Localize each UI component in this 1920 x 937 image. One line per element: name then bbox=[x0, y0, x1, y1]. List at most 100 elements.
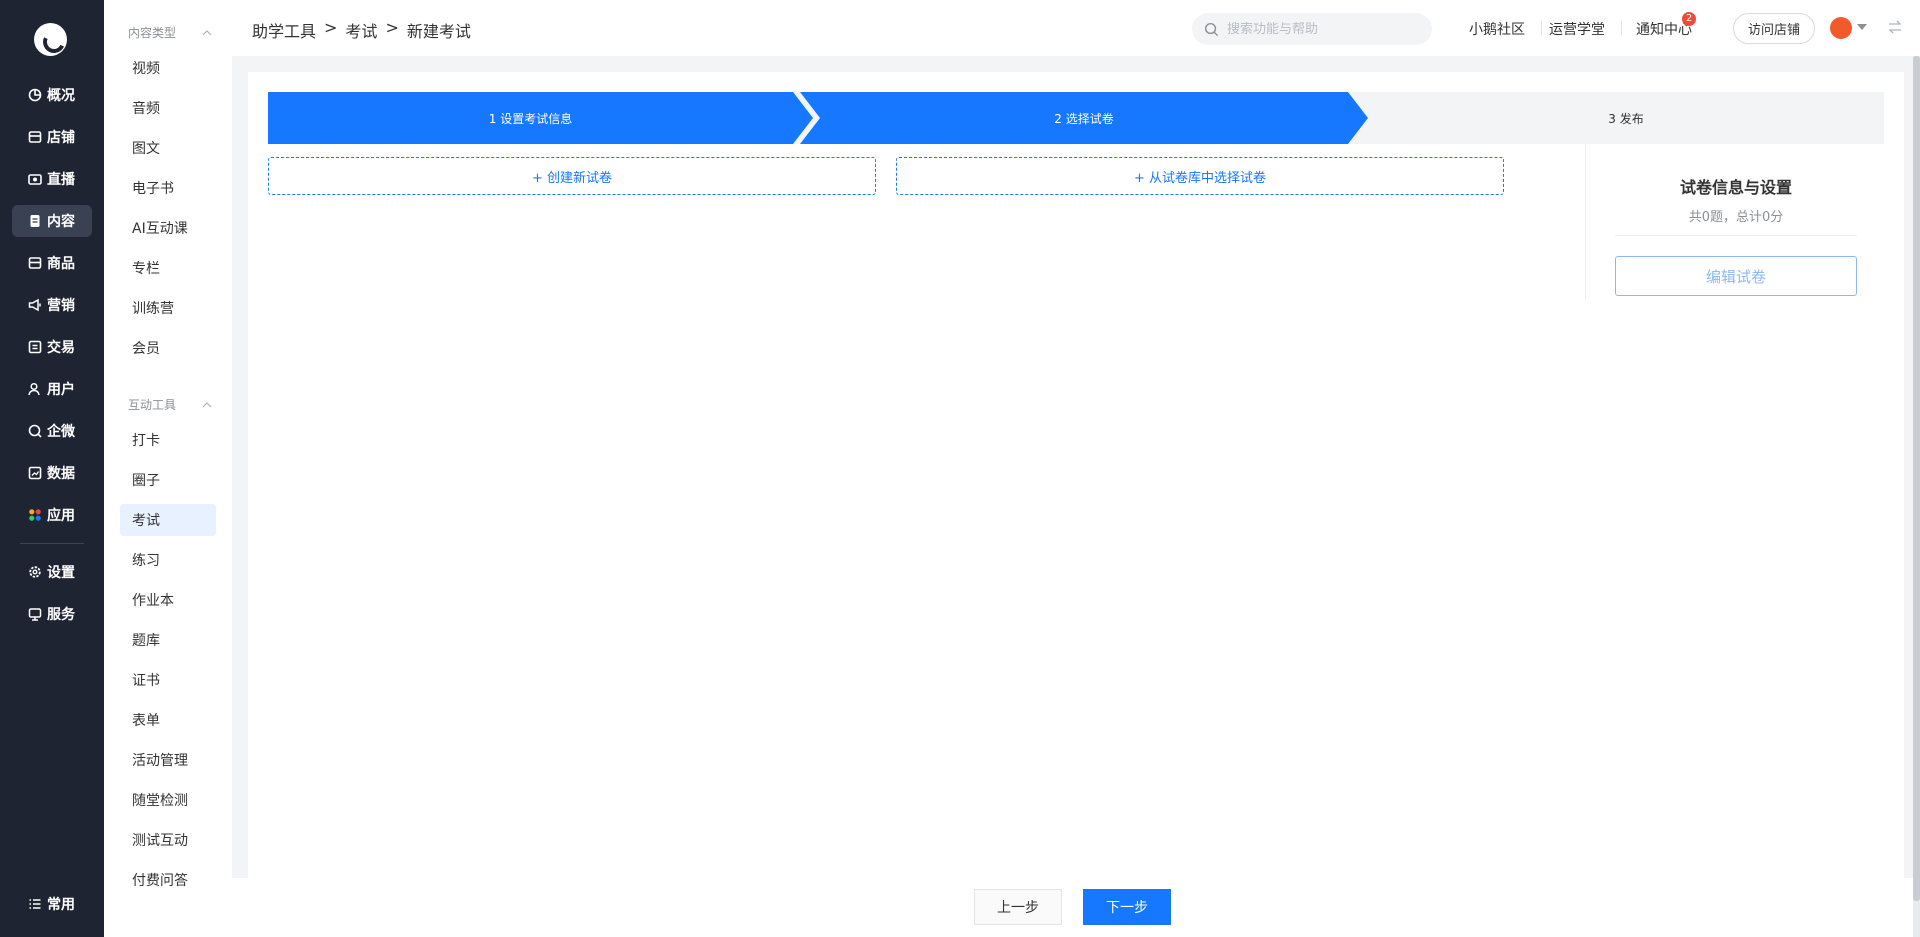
subnav-item-activity[interactable]: 活动管理 bbox=[120, 744, 216, 776]
apps-icon bbox=[28, 508, 42, 522]
subnav-item-camp[interactable]: 训练营 bbox=[120, 292, 216, 324]
nav-label: 企微 bbox=[47, 424, 75, 440]
nav-item-service[interactable]: 服务 bbox=[12, 598, 92, 630]
subnav-item-label: 专栏 bbox=[132, 261, 160, 277]
nav-label: 数据 bbox=[47, 466, 75, 482]
document-icon bbox=[28, 214, 42, 228]
breadcrumb-separator: > bbox=[324, 18, 338, 37]
nav-item-trade[interactable]: 交易 bbox=[12, 331, 92, 363]
subnav-item-quiz[interactable]: 随堂检测 bbox=[120, 784, 216, 816]
subnav-item-circle[interactable]: 圈子 bbox=[120, 464, 216, 496]
breadcrumb-current: 新建考试 bbox=[406, 22, 471, 41]
nav-label: 营销 bbox=[47, 298, 75, 314]
next-step-button[interactable]: 下一步 bbox=[1083, 889, 1171, 925]
service-icon bbox=[28, 607, 42, 621]
transaction-icon bbox=[28, 340, 42, 354]
search-icon bbox=[1204, 22, 1219, 36]
caret-down-icon[interactable] bbox=[1857, 24, 1867, 30]
subnav-item-ai-course[interactable]: AI互动课 bbox=[120, 212, 216, 244]
nav-item-marketing[interactable]: 营销 bbox=[12, 289, 92, 321]
nav-item-overview[interactable]: 概况 bbox=[12, 79, 92, 111]
paper-info-card: 试卷信息与设置 共0题，总计0分 编辑试卷 bbox=[1585, 144, 1885, 299]
prev-step-button[interactable]: 上一步 bbox=[974, 889, 1062, 925]
nav-item-wecom[interactable]: 企微 bbox=[12, 415, 92, 447]
gear-icon bbox=[28, 565, 42, 579]
breadcrumb-item[interactable]: 助学工具 bbox=[252, 18, 316, 42]
header-divider bbox=[1621, 21, 1622, 35]
subnav-item-homework[interactable]: 作业本 bbox=[120, 584, 216, 616]
academy-link[interactable]: 运营学堂 bbox=[1549, 19, 1605, 39]
notification-badge: 2 bbox=[1682, 12, 1696, 26]
subnav-item-article[interactable]: 图文 bbox=[120, 132, 216, 164]
box-icon bbox=[28, 256, 42, 270]
subnav-item-question-bank[interactable]: 题库 bbox=[120, 624, 216, 656]
nav-item-content[interactable]: 内容 bbox=[12, 205, 92, 237]
logo[interactable] bbox=[34, 23, 67, 56]
breadcrumb-item[interactable]: 考试 bbox=[345, 18, 377, 42]
step-1: 1 设置考试信息 bbox=[488, 111, 573, 126]
megaphone-icon bbox=[28, 298, 42, 312]
subnav-group-title[interactable]: 内容类型 bbox=[128, 24, 212, 41]
community-link[interactable]: 小鹅社区 bbox=[1469, 19, 1525, 39]
subnav-item-audio[interactable]: 音频 bbox=[120, 92, 216, 124]
nav-label: 交易 bbox=[47, 340, 75, 356]
subnav-item-column[interactable]: 专栏 bbox=[120, 252, 216, 284]
footer-bar: 上一步 下一步 bbox=[232, 878, 1914, 937]
nav-divider bbox=[20, 543, 84, 544]
main-sidebar: 概况 店铺 直播 内容 商品 营销 交易 用户 企微 数据 应用 设置 服务 常… bbox=[0, 0, 104, 937]
nav-item-goods[interactable]: 商品 bbox=[12, 247, 92, 279]
subnav-item-checkin[interactable]: 打卡 bbox=[120, 424, 216, 456]
step-progress: 1 设置考试信息 2 选择试卷 3 发布 bbox=[268, 92, 1884, 144]
exam-editor-panel: 1 设置考试信息 2 选择试卷 3 发布 + 创建新试卷 + 从试卷库中选择试卷… bbox=[248, 72, 1904, 878]
nav-item-apps[interactable]: 应用 bbox=[12, 499, 92, 531]
scrollbar-thumb[interactable] bbox=[1913, 56, 1920, 901]
scrollbar[interactable] bbox=[1913, 56, 1920, 937]
subnav-item-exam[interactable]: 考试 bbox=[120, 504, 216, 536]
card-divider bbox=[1615, 235, 1857, 236]
subnav-item-label: 证书 bbox=[132, 673, 160, 689]
nav-item-settings[interactable]: 设置 bbox=[12, 556, 92, 588]
subnav-item-video[interactable]: 视频 bbox=[120, 52, 216, 84]
nav-item-store[interactable]: 店铺 bbox=[12, 121, 92, 153]
avatar[interactable] bbox=[1830, 17, 1852, 39]
card-title: 试卷信息与设置 bbox=[1679, 178, 1792, 197]
nav-label: 应用 bbox=[47, 508, 75, 524]
top-header: 助学工具 > 考试 > 新建考试 小鹅社区 运营学堂 通知中心 2 访问店铺 bbox=[232, 0, 1920, 56]
pie-chart-icon bbox=[28, 88, 42, 102]
visit-store-button[interactable]: 访问店铺 bbox=[1733, 13, 1815, 44]
nav-item-common[interactable]: 常用 bbox=[12, 888, 92, 920]
paper-summary: 共0题，总计0分 bbox=[1688, 210, 1784, 225]
switch-icon[interactable] bbox=[1887, 19, 1903, 35]
step-2: 2 选择试卷 bbox=[1054, 111, 1114, 126]
subnav-item-certificate[interactable]: 证书 bbox=[120, 664, 216, 696]
edit-paper-button[interactable]: 编辑试卷 bbox=[1615, 256, 1857, 296]
nav-item-data[interactable]: 数据 bbox=[12, 457, 92, 489]
user-icon bbox=[28, 382, 42, 396]
nav-label: 服务 bbox=[47, 607, 75, 623]
nav-item-users[interactable]: 用户 bbox=[12, 373, 92, 405]
subnav-item-label: 考试 bbox=[132, 513, 160, 529]
subnav-group-title[interactable]: 互动工具 bbox=[128, 396, 212, 413]
subnav-item-paid-qa[interactable]: 付费问答 bbox=[120, 864, 216, 896]
subnav-item-test-interaction[interactable]: 测试互动 bbox=[120, 824, 216, 856]
subnav-item-ebook[interactable]: 电子书 bbox=[120, 172, 216, 204]
subnav-item-form[interactable]: 表单 bbox=[120, 704, 216, 736]
breadcrumb-separator: > bbox=[385, 18, 399, 37]
data-chart-icon bbox=[28, 466, 42, 480]
search-box[interactable] bbox=[1192, 13, 1432, 45]
subnav-item-member[interactable]: 会员 bbox=[120, 332, 216, 364]
subnav-item-label: 音频 bbox=[132, 101, 160, 117]
search-input[interactable] bbox=[1227, 21, 1417, 37]
subnav-item-practice[interactable]: 练习 bbox=[120, 544, 216, 576]
subnav-item-label: 打卡 bbox=[132, 433, 160, 449]
nav-item-live[interactable]: 直播 bbox=[12, 163, 92, 195]
select-from-library-button[interactable]: + 从试卷库中选择试卷 bbox=[896, 157, 1504, 195]
subnav-item-label: 电子书 bbox=[132, 181, 174, 197]
subnav-item-label: 付费问答 bbox=[132, 873, 188, 889]
nav-label: 概况 bbox=[47, 88, 75, 104]
subnav-item-label: 作业本 bbox=[132, 593, 174, 609]
chevron-up-icon bbox=[202, 401, 212, 407]
wecom-icon bbox=[28, 424, 42, 438]
create-paper-button[interactable]: + 创建新试卷 bbox=[268, 157, 876, 195]
chevron-up-icon bbox=[202, 29, 212, 35]
